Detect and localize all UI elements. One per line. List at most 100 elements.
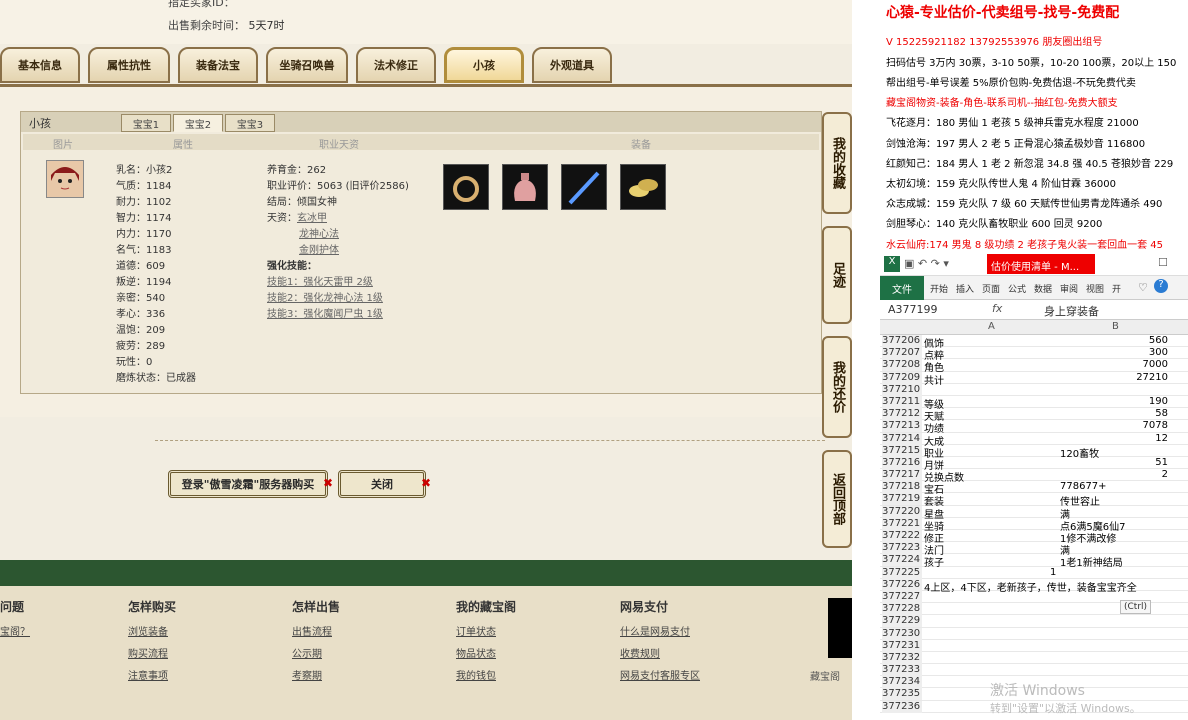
sheet-row[interactable]: 377226 4上区，4下区，老新孩子，传世，装备宝宝齐全 — [880, 578, 1188, 594]
row-number: 377218 — [882, 481, 922, 494]
sheet-row[interactable]: 377211 等级 190 — [880, 395, 1188, 411]
sheet-row[interactable]: 377220 星盘满 — [880, 505, 1188, 521]
sheet-row[interactable]: 377231 — [880, 639, 1188, 652]
sheet-row[interactable]: 377213 功绩 7078 — [880, 420, 1188, 435]
sheet-row[interactable]: 377207 点粹 300 — [880, 347, 1188, 362]
footer-link[interactable]: 我的钱包 — [456, 667, 516, 682]
footer-link[interactable]: 网易支付客服专区 — [620, 667, 700, 682]
talent-3[interactable]: 金刚护体 — [299, 241, 339, 256]
talent-2[interactable]: 龙神心法 — [299, 225, 339, 240]
sheet-row[interactable]: 377212 天赋 58 — [880, 408, 1188, 423]
my-offers-button[interactable]: 我的还价 — [822, 336, 852, 438]
ribbon-tab[interactable]: 开始 — [930, 282, 948, 295]
sheet-row[interactable]: 377206 佩饰 560 — [880, 335, 1188, 350]
back-to-top-button[interactable]: 返回顶部 — [822, 450, 852, 548]
footer-link[interactable]: 考察期 — [292, 667, 340, 682]
sheet-row[interactable]: 377230 — [880, 627, 1188, 640]
ribbon-tab[interactable]: 公式 — [1008, 282, 1026, 295]
tab-basic-info[interactable]: 基本信息 — [0, 47, 80, 83]
equip-sword-icon[interactable] — [561, 164, 607, 210]
cell-b[interactable]: 1 — [1050, 567, 1056, 578]
row-number: 377225 — [882, 566, 922, 579]
footer-link[interactable]: 公示期 — [292, 645, 340, 660]
sheet-row[interactable]: 377209 共计 27210 — [880, 371, 1188, 387]
sheet-row[interactable]: 377224 孩子 1老1新神结局 — [880, 554, 1188, 569]
footer-link[interactable]: 物品状态 — [456, 645, 516, 660]
help-icon[interactable]: ? — [1154, 279, 1168, 293]
tab-mounts[interactable]: 坐骑召唤兽 — [266, 47, 348, 83]
restore-icon[interactable]: ☐ — [1158, 256, 1168, 269]
ribbon-tab[interactable]: 视图 — [1086, 282, 1104, 295]
sheet-row[interactable]: 377225 1 — [880, 566, 1188, 579]
tab-attributes[interactable]: 属性抗性 — [88, 47, 170, 83]
formula-input[interactable]: 身上穿装备 — [1044, 303, 1099, 319]
tab-children[interactable]: 小孩 — [444, 47, 524, 83]
equip-shoes-icon[interactable] — [620, 164, 666, 210]
sheet-row[interactable]: 377215 职业 120畜牧 — [880, 444, 1188, 460]
favorites-button[interactable]: 我的收藏 — [822, 112, 852, 214]
history-button[interactable]: 足迹 — [822, 226, 852, 324]
footer-link[interactable]: 出售流程 — [292, 623, 340, 638]
sheet-row[interactable]: 377208 角色 7000 — [880, 359, 1188, 374]
login-buy-button[interactable]: 登录"傲雪凌霜"服务器购买 — [168, 470, 328, 498]
paste-options[interactable]: (Ctrl) — [1120, 600, 1152, 614]
ribbon-tab[interactable]: 数据 — [1034, 282, 1052, 295]
file-tab[interactable]: 文件 — [880, 276, 924, 300]
col-a-header[interactable]: A — [988, 321, 995, 332]
skill-1[interactable]: 技能1：强化天雷甲 2级 — [267, 273, 373, 288]
options-icon[interactable]: ♡ — [1138, 281, 1148, 294]
skill-3[interactable]: 技能3：强化魔闻尸虫 1级 — [267, 305, 383, 320]
sheet-row[interactable]: 377222 修正 1修不满改修 — [880, 530, 1188, 545]
ribbon-tab[interactable]: 审阅 — [1060, 282, 1078, 295]
cell-b[interactable]: 560 — [1149, 335, 1168, 346]
footer-link[interactable]: 浏览装备 — [128, 623, 176, 638]
cell-b[interactable]: 7000 — [1143, 359, 1168, 370]
cell-b[interactable]: 12 — [1155, 433, 1168, 444]
skill-2[interactable]: 技能2：强化龙神心法 1级 — [267, 289, 383, 304]
baby-tab-3[interactable]: 宝宝3 — [225, 114, 275, 132]
footer-link[interactable]: 什么是网易支付 — [620, 623, 700, 638]
ribbon-tab[interactable]: 页面 — [982, 282, 1000, 295]
sheet-row[interactable]: 377232 — [880, 651, 1188, 665]
sheet-row[interactable]: 377221 坐骑 点6满5魔6仙7 — [880, 517, 1188, 533]
cell-b[interactable]: 27210 — [1136, 372, 1168, 383]
sheet-row[interactable]: 377233 — [880, 664, 1188, 677]
cell-b[interactable]: 300 — [1149, 347, 1168, 358]
cell-b[interactable]: 51 — [1155, 457, 1168, 468]
equip-ring-icon[interactable] — [443, 164, 489, 210]
sheet-row[interactable]: 377219 套装 传世容止 — [880, 493, 1188, 508]
tab-equipment[interactable]: 装备法宝 — [178, 47, 258, 83]
baby-tab-1[interactable]: 宝宝1 — [121, 114, 171, 132]
sheet-row[interactable]: 377217 兑换点数 2 — [880, 469, 1188, 484]
favorites-label: 我的收藏 — [830, 137, 845, 189]
equip-pouch-icon[interactable] — [502, 164, 548, 210]
cell-b[interactable]: 2 — [1162, 469, 1168, 480]
ribbon-tab[interactable]: 插入 — [956, 282, 974, 295]
quick-access-icons[interactable]: ▣ ↶ ↷ ▾ — [904, 257, 949, 270]
ribbon-tab[interactable]: 开 — [1112, 282, 1121, 295]
sheet-row[interactable]: 377223 法门满 — [880, 542, 1188, 557]
cell-b[interactable]: 190 — [1149, 396, 1168, 407]
row-number: 377213 — [882, 420, 922, 433]
baby-tab-2[interactable]: 宝宝2 — [173, 114, 223, 132]
cell-b[interactable]: 58 — [1155, 408, 1168, 419]
close-button[interactable]: 关闭 — [338, 470, 426, 498]
cell-b[interactable]: 7078 — [1143, 420, 1168, 431]
sheet-row[interactable]: 377218 宝石 778677+ — [880, 481, 1188, 496]
footer-link[interactable]: 订单状态 — [456, 623, 516, 638]
tab-appearance[interactable]: 外观道具 — [532, 47, 612, 83]
sheet-row[interactable]: 377216 月饼 51 — [880, 456, 1188, 472]
cell-b[interactable]: 778677+ — [1060, 481, 1107, 492]
footer-link[interactable]: 购买流程 — [128, 645, 176, 660]
footer-link[interactable]: 收费规则 — [620, 645, 700, 660]
footer-link[interactable]: 宝阁？ — [0, 623, 30, 638]
footer-link[interactable]: 注意事项 — [128, 667, 176, 682]
sheet-row[interactable]: 377229 — [880, 615, 1188, 628]
talent-1[interactable]: 玄冰甲 — [297, 213, 327, 224]
col-b-header[interactable]: B — [1112, 321, 1119, 332]
tab-spells[interactable]: 法术修正 — [356, 47, 436, 83]
sheet-row[interactable]: 377210 — [880, 383, 1188, 396]
sheet-row[interactable]: 377214 大成 12 — [880, 432, 1188, 448]
attr-warmth: 温饱：209 — [116, 325, 166, 336]
name-box[interactable]: A377199 — [888, 303, 938, 316]
